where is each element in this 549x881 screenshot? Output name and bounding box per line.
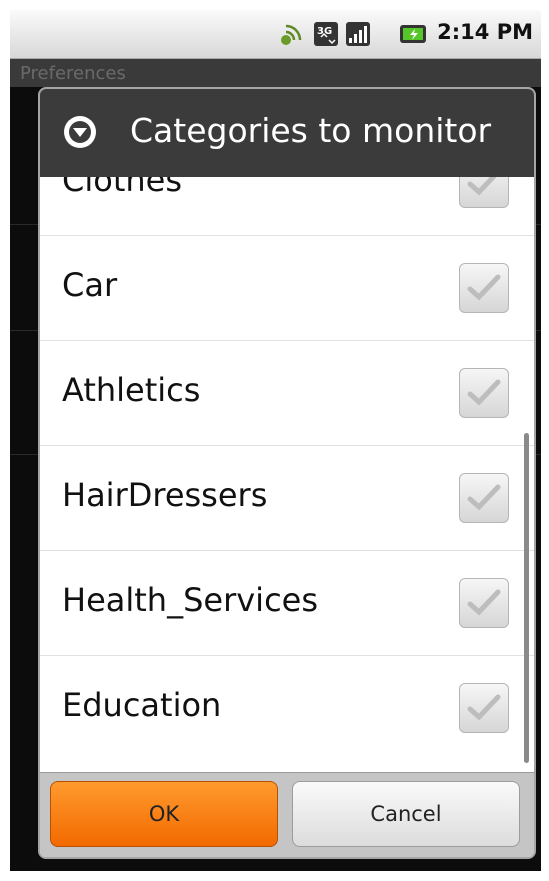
item-label: Car xyxy=(62,266,118,304)
item-label: Education xyxy=(62,686,222,724)
item-label: HairDressers xyxy=(62,476,268,514)
category-list[interactable]: Clothes Car Athletics HairDressers Healt… xyxy=(40,177,534,772)
list-item-hairdressers[interactable]: HairDressers xyxy=(40,446,534,551)
list-item-car[interactable]: Car xyxy=(40,236,534,341)
checkmark-icon xyxy=(467,589,501,616)
checkbox[interactable] xyxy=(459,263,509,313)
status-bar: 3G 2:14 PM xyxy=(10,10,541,59)
checkmark-icon xyxy=(467,379,501,406)
signal-sync-icon xyxy=(278,20,306,48)
item-label: Athletics xyxy=(62,371,201,409)
checkmark-icon xyxy=(467,177,497,196)
checkbox[interactable] xyxy=(459,368,509,418)
status-time: 2:14 PM xyxy=(437,20,533,44)
preferences-title-bar: Preferences xyxy=(10,59,541,87)
list-scrollbar[interactable] xyxy=(524,433,529,763)
cancel-button[interactable]: Cancel xyxy=(292,781,520,847)
categories-dialog: Categories to monitor Clothes Car Athlet… xyxy=(38,87,536,859)
item-label: Health_Services xyxy=(62,581,319,619)
checkmark-icon xyxy=(467,694,501,721)
chevron-down-circle-icon xyxy=(62,114,98,150)
dialog-title: Categories to monitor xyxy=(130,111,492,150)
list-item-health-services[interactable]: Health_Services xyxy=(40,551,534,656)
checkbox[interactable] xyxy=(459,578,509,628)
preferences-title: Preferences xyxy=(20,63,126,84)
checkmark-icon xyxy=(467,274,501,301)
checkbox[interactable] xyxy=(459,683,509,733)
checkbox[interactable] xyxy=(459,473,509,523)
list-item-education[interactable]: Education xyxy=(40,656,534,760)
checkmark-icon xyxy=(467,484,501,511)
dialog-header: Categories to monitor xyxy=(40,89,534,177)
checkbox[interactable] xyxy=(459,177,509,208)
list-item-clothes[interactable]: Clothes xyxy=(40,177,534,236)
cell-signal-icon xyxy=(344,20,372,48)
battery-charging-icon xyxy=(398,20,430,48)
ok-button[interactable]: OK xyxy=(50,781,278,847)
item-label: Clothes xyxy=(62,177,182,199)
3g-data-icon: 3G xyxy=(312,20,340,48)
dialog-button-bar: OK Cancel xyxy=(40,772,534,857)
phone-screen: 3G 2:14 PM Preferences Categories to mon… xyxy=(10,10,541,871)
list-item-athletics[interactable]: Athletics xyxy=(40,341,534,446)
